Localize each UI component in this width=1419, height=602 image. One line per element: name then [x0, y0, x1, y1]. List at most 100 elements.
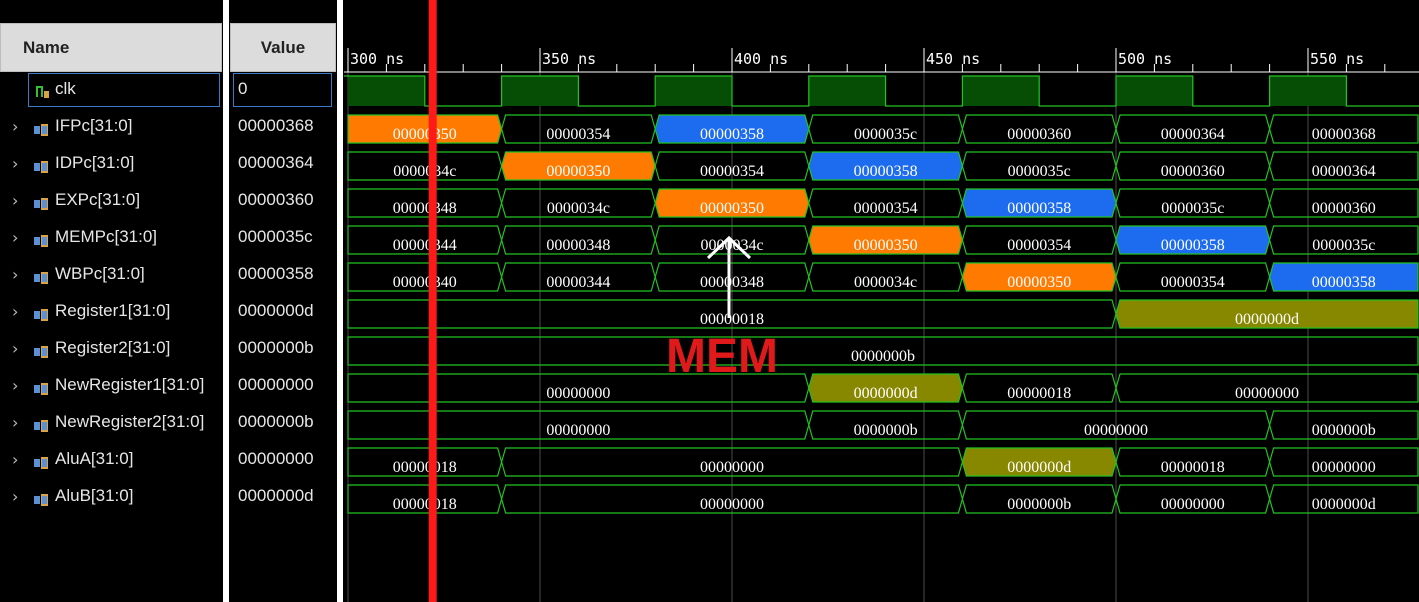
bus-segment-value: 00000000	[546, 422, 610, 439]
bus-segment-value: 00000018	[393, 459, 457, 476]
bus-segment-value: 0000000d	[1007, 459, 1071, 476]
signal-value: 00000358	[238, 264, 314, 283]
chevron-right-icon[interactable]: ›	[12, 117, 18, 136]
toolbar-area	[0, 0, 337, 23]
bus-segment-value: 00000350	[393, 126, 457, 143]
clk-selection-box	[28, 73, 220, 107]
bus-segment-value: 00000344	[393, 237, 457, 254]
signal-row[interactable]: › IFPc[31:0]	[0, 109, 222, 146]
chevron-right-icon[interactable]: ›	[12, 450, 18, 469]
column-divider[interactable]	[223, 0, 229, 602]
chevron-right-icon[interactable]: ›	[12, 191, 18, 210]
clk-high-pulse	[1269, 76, 1347, 106]
bus-segment-value: 00000000	[1312, 459, 1376, 476]
bus-segment-value: 00000000	[1084, 422, 1148, 439]
signal-value: 00000000	[238, 375, 314, 394]
signal-row[interactable]: › NewRegister2[31:0]	[0, 405, 222, 442]
bus-segment-value: 00000000	[546, 385, 610, 402]
clk-high-pulse	[808, 76, 886, 106]
time-tick-label: 350 ns	[542, 50, 596, 68]
signal-row[interactable]: › IDPc[31:0]	[0, 146, 222, 183]
bus-segment-value: 00000018	[1007, 385, 1071, 402]
signal-row[interactable]: › Register1[31:0]	[0, 294, 222, 331]
bus-segment-value: 00000354	[854, 200, 918, 217]
clk-value-selection-box	[233, 73, 332, 107]
bus-signal-icon	[34, 491, 48, 506]
bus-signal-icon	[34, 417, 48, 432]
bus-signal-icon	[34, 158, 48, 173]
time-tick-label: 450 ns	[926, 50, 980, 68]
bus-segment-value: 0000034c	[854, 274, 917, 291]
time-cursor[interactable]	[428, 0, 437, 602]
time-tick-label: 500 ns	[1118, 50, 1172, 68]
bus-segment-value: 0000000b	[851, 348, 915, 365]
bus-signal-icon	[34, 306, 48, 321]
signal-name: IFPc[31:0]	[55, 116, 133, 135]
bus-signal-icon	[34, 121, 48, 136]
signal-value: 0000000d	[238, 486, 314, 505]
signal-name: WBPc[31:0]	[55, 264, 145, 283]
bus-segment-value: 00000360	[1007, 126, 1071, 143]
bus-segment-value: 00000358	[1007, 200, 1071, 217]
signal-value: 0000035c	[238, 227, 313, 246]
signal-value: 0000000d	[238, 301, 314, 320]
bus-segment-value: 00000000	[700, 459, 764, 476]
bus-segment-value: 00000350	[700, 200, 764, 217]
bus-segment-value: 00000358	[1161, 237, 1225, 254]
bus-segment-value: 00000364	[1161, 126, 1225, 143]
clk-high-pulse	[348, 76, 425, 106]
chevron-right-icon[interactable]: ›	[12, 413, 18, 432]
chevron-right-icon[interactable]: ›	[12, 487, 18, 506]
bus-segment-value: 0000034c	[393, 163, 456, 180]
bus-segment-value: 00000358	[700, 126, 764, 143]
signal-value: 00000368	[238, 116, 314, 135]
value-column-header[interactable]: Value	[230, 23, 336, 72]
bus-signal-icon	[34, 454, 48, 469]
bus-segment-value: 0000035c	[1161, 200, 1224, 217]
bus-segment-value: 00000350	[854, 237, 918, 254]
signal-row[interactable]: › AluA[31:0]	[0, 442, 222, 479]
panel-divider[interactable]	[337, 0, 343, 602]
bus-segment-value: 00000354	[546, 126, 610, 143]
bus-segment-value: 00000348	[393, 200, 457, 217]
name-column-header[interactable]: Name	[0, 23, 222, 72]
signal-name: Register1[31:0]	[55, 301, 171, 320]
bus-segment-value: 0000035c	[1312, 237, 1375, 254]
bus-segment-value: 0000000d	[1312, 496, 1376, 513]
bus-segment-value: 0000035c	[854, 126, 917, 143]
time-tick-label: 400 ns	[734, 50, 788, 68]
signal-row[interactable]: › MEMPc[31:0]	[0, 220, 222, 257]
bus-segment-value: 00000348	[546, 237, 610, 254]
chevron-right-icon[interactable]: ›	[12, 339, 18, 358]
signal-row[interactable]: › AluB[31:0]	[0, 479, 222, 516]
bus-segment-value: 00000000	[700, 496, 764, 513]
waveform-canvas[interactable]: 300 ns 350 ns 400 ns 450 ns 500 ns 550 ns 0000…	[344, 0, 1419, 602]
time-tick-label: 550 ns	[1310, 50, 1364, 68]
bus-segment-value: 00000354	[700, 163, 764, 180]
clk-high-pulse	[962, 76, 1040, 106]
bus-segment-value: 00000018	[393, 496, 457, 513]
signal-row[interactable]: › NewRegister1[31:0]	[0, 368, 222, 405]
chevron-right-icon[interactable]: ›	[12, 302, 18, 321]
signal-name: IDPc[31:0]	[55, 153, 135, 172]
signal-name: MEMPc[31:0]	[55, 227, 158, 246]
signal-row[interactable]: › WBPc[31:0]	[0, 257, 222, 294]
chevron-right-icon[interactable]: ›	[12, 228, 18, 247]
chevron-right-icon[interactable]: ›	[12, 376, 18, 395]
signal-name: Register2[31:0]	[55, 338, 171, 357]
signal-name: NewRegister1[31:0]	[55, 375, 205, 394]
time-tick-label: 300 ns	[350, 50, 404, 68]
signal-name: AluB[31:0]	[55, 486, 134, 505]
bus-segment-value: 0000000b	[1007, 496, 1071, 513]
signal-name: NewRegister2[31:0]	[55, 412, 205, 431]
signal-value: 0000000b	[238, 412, 314, 431]
bus-signal-icon	[34, 232, 48, 247]
bus-segment-value: 00000364	[1312, 163, 1376, 180]
clk-high-pulse	[1116, 76, 1193, 106]
chevron-right-icon[interactable]: ›	[12, 265, 18, 284]
bus-segment-value: 0000035c	[1008, 163, 1071, 180]
signal-value: 00000364	[238, 153, 314, 172]
signal-row[interactable]: › EXPc[31:0]	[0, 183, 222, 220]
chevron-right-icon[interactable]: ›	[12, 154, 18, 173]
signal-row[interactable]: › Register2[31:0]	[0, 331, 222, 368]
